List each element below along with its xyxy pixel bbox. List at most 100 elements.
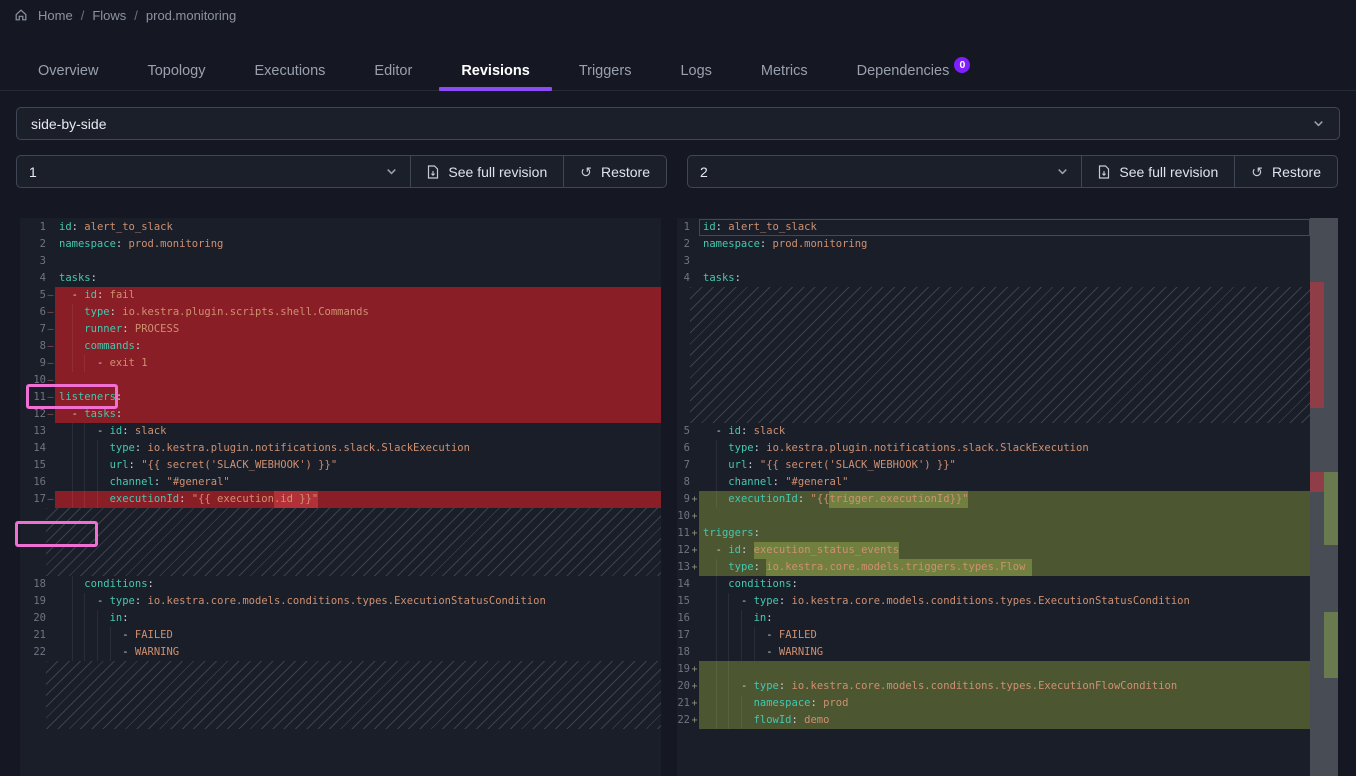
line-marker: [690, 253, 699, 270]
breadcrumb-items: Home/Flows/prod.monitoring: [38, 8, 236, 23]
revision-controls: 1 See full revision ↺ Restore 2 See full…: [16, 155, 1338, 188]
right-see-full-revision-button[interactable]: See full revision: [1082, 155, 1235, 188]
line-marker: [690, 627, 699, 644]
line-number: 1: [20, 219, 46, 236]
code-text: type: io.kestra.core.models.triggers.typ…: [703, 561, 1025, 573]
right-restore-button[interactable]: ↺ Restore: [1235, 155, 1338, 188]
line-marker: [690, 440, 699, 457]
code-text: namespace: prod.monitoring: [59, 238, 223, 250]
code-line: 14 type: io.kestra.plugin.notifications.…: [20, 440, 661, 457]
code-line: 18 - WARNING: [677, 644, 1310, 661]
code-line: 10–: [20, 372, 661, 389]
added-line-marker: +: [690, 491, 699, 508]
line-marker: [46, 440, 55, 457]
code-text: - WARNING: [59, 646, 179, 658]
diff-pane-right[interactable]: 1id: alert_to_slack2namespace: prod.moni…: [677, 218, 1310, 776]
tab-executions[interactable]: Executions: [254, 63, 325, 79]
line-marker: [690, 644, 699, 661]
added-line-marker: +: [690, 712, 699, 729]
restore-label: Restore: [1272, 164, 1321, 180]
tab-editor[interactable]: Editor: [374, 63, 412, 79]
tab-logs[interactable]: Logs: [680, 63, 711, 79]
breadcrumb-item-flows[interactable]: Flows: [92, 8, 126, 23]
tab-label: Topology: [147, 63, 205, 79]
tab-dependencies[interactable]: Dependencies0: [857, 63, 971, 80]
code-text: commands:: [59, 340, 141, 352]
tab-overview[interactable]: Overview: [38, 63, 98, 79]
line-number: 8: [20, 338, 46, 355]
line-number: 5: [20, 287, 46, 304]
code-text: flowId: demo: [703, 714, 829, 726]
line-number: 16: [20, 474, 46, 491]
code-line: 21 - FAILED: [20, 627, 661, 644]
deleted-line-marker: –: [46, 287, 55, 304]
home-icon[interactable]: [14, 8, 28, 22]
tab-label: Revisions: [461, 63, 530, 79]
ruler-addition-mark: [1324, 472, 1338, 545]
code-line: 20+ - type: io.kestra.core.models.condit…: [677, 678, 1310, 695]
line-marker: [46, 576, 55, 593]
left-revision-select[interactable]: 1: [16, 155, 411, 188]
code-line: 16 channel: "#general": [20, 474, 661, 491]
code-line: 13 - id: slack: [20, 423, 661, 440]
left-restore-button[interactable]: ↺ Restore: [564, 155, 667, 188]
right-revision-select[interactable]: 2: [687, 155, 1082, 188]
line-marker: [46, 644, 55, 661]
breadcrumb-item-home[interactable]: Home: [38, 8, 73, 23]
line-number: 6: [20, 304, 46, 321]
breadcrumb: Home/Flows/prod.monitoring: [0, 0, 1356, 30]
code-text: type: io.kestra.plugin.notifications.sla…: [703, 442, 1089, 454]
tab-revisions[interactable]: Revisions: [461, 63, 530, 79]
line-number: 14: [677, 576, 690, 593]
code-line: 1id: alert_to_slack: [20, 219, 661, 236]
diff-pane-left[interactable]: 1id: alert_to_slack2namespace: prod.moni…: [20, 218, 661, 776]
line-marker: [46, 593, 55, 610]
tab-topology[interactable]: Topology: [147, 63, 205, 79]
left-see-full-revision-button[interactable]: See full revision: [411, 155, 564, 188]
breadcrumb-item-prod.monitoring[interactable]: prod.monitoring: [146, 8, 236, 23]
left-revision-value: 1: [29, 164, 37, 180]
code-line: 3: [20, 253, 661, 270]
code-line: 9+ executionId: "{{trigger.executionId}}…: [677, 491, 1310, 508]
ruler-addition-mark: [1324, 612, 1338, 678]
code-line: 18 conditions:: [20, 576, 661, 593]
deleted-line-marker: –: [46, 304, 55, 321]
code-line: 4tasks:: [677, 270, 1310, 287]
line-number: 18: [20, 576, 46, 593]
line-marker: [690, 270, 699, 287]
line-number: 12: [677, 542, 690, 559]
code-text: - FAILED: [59, 629, 173, 641]
code-text: - id: fail: [59, 289, 135, 301]
line-marker: [46, 627, 55, 644]
line-number: 8: [677, 474, 690, 491]
line-number: 2: [677, 236, 690, 253]
restore-icon: ↺: [1251, 165, 1263, 179]
line-number: 11: [20, 389, 46, 406]
code-text: channel: "#general": [59, 476, 230, 488]
line-marker: [690, 610, 699, 627]
deleted-line-marker: –: [46, 406, 55, 423]
code-line: 5 - id: slack: [677, 423, 1310, 440]
deleted-line-marker: –: [46, 321, 55, 338]
code-text: - WARNING: [703, 646, 823, 658]
code-line: 11–listeners:: [20, 389, 661, 406]
tab-label: Editor: [374, 63, 412, 79]
line-marker: [46, 457, 55, 474]
tab-metrics[interactable]: Metrics: [761, 63, 808, 79]
tab-triggers[interactable]: Triggers: [579, 63, 632, 79]
code-text: tasks:: [703, 272, 741, 284]
code-line: 12+ - id: execution_status_events: [677, 542, 1310, 559]
breadcrumb-separator: /: [134, 8, 138, 23]
code-line: 6– type: io.kestra.plugin.scripts.shell.…: [20, 304, 661, 321]
code-line: 17– executionId: "{{ execution.id }}": [20, 491, 661, 508]
code-text: - id: slack: [59, 425, 167, 437]
line-number: 6: [677, 440, 690, 457]
code-text: - exit 1: [59, 357, 148, 369]
line-number: 15: [677, 593, 690, 610]
chevron-down-icon: [1312, 117, 1325, 130]
line-number: 10: [677, 508, 690, 525]
added-line-marker: +: [690, 559, 699, 576]
diff-mode-select[interactable]: side-by-side: [16, 107, 1340, 140]
overview-ruler[interactable]: [1310, 218, 1338, 776]
line-number: 12: [20, 406, 46, 423]
